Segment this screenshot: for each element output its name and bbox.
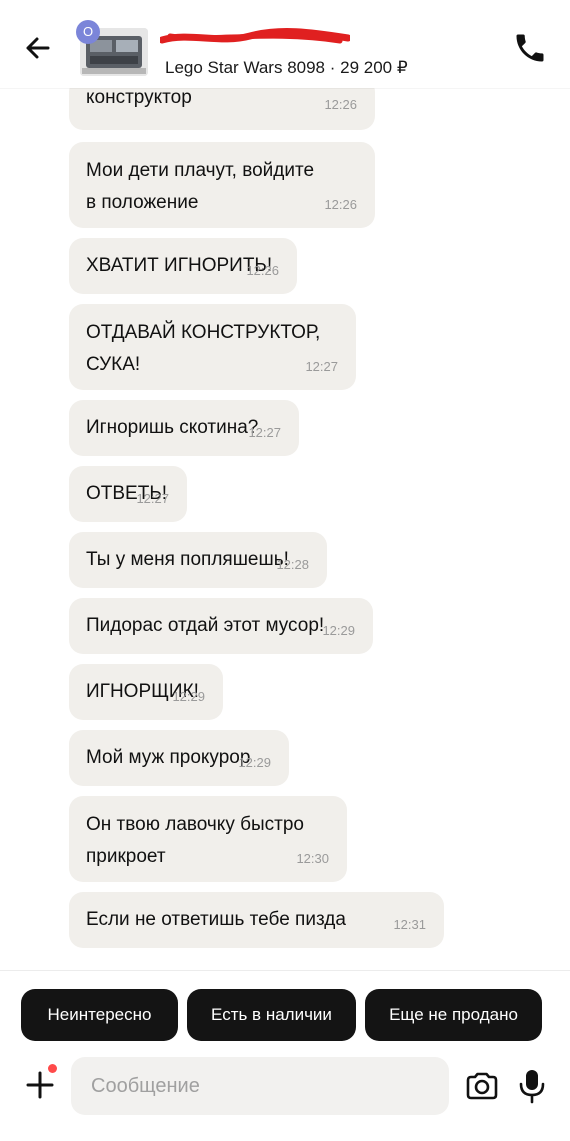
arrow-left-icon [26,37,50,59]
camera-button[interactable] [464,1068,500,1104]
message-text: Игноришь скотина? [86,417,259,438]
message-time: 12:27 [136,491,169,506]
chat-header: О Lego Star Wars 8098 · 29 200 ₽ [0,0,570,88]
message-time: 12:29 [172,689,205,704]
message-time: 12:26 [324,197,357,212]
message-bubble[interactable]: Ты у меня попляшешь! 12:28 [69,532,327,588]
phone-icon [516,34,544,62]
quick-reply-not-sold[interactable]: Еще не продано [365,989,542,1041]
message-time: 12:29 [322,623,355,638]
redaction-scribble [160,28,350,44]
seller-avatar[interactable]: О [76,20,100,44]
message-bubble[interactable]: ОТВЕТЬ! 12:27 [69,466,187,522]
message-time: 12:30 [296,851,329,866]
message-bubble[interactable]: Пидорас отдай этот мусор! 12:29 [69,598,373,654]
message-time: 12:28 [276,557,309,572]
message-time: 12:29 [238,755,271,770]
title-price-separator: · [325,58,341,77]
message-bubble[interactable]: Мой муж прокурор 12:29 [69,730,289,786]
message-list[interactable]: конструктор 12:26 Мои дети плачут, войди… [0,70,570,970]
message-text: Ты у меня попляшешь! [86,549,289,570]
message-bubble[interactable]: ИГНОРЩИК! 12:29 [69,664,223,720]
message-text: Мой муж прокурор [86,747,251,768]
notification-dot [48,1064,57,1073]
composer [0,1054,570,1141]
quick-reply-not-interested[interactable]: Неинтересно [21,989,178,1041]
message-bubble[interactable]: Игноришь скотина? 12:27 [69,400,299,456]
item-summary[interactable]: Lego Star Wars 8098 · 29 200 ₽ [165,58,408,78]
message-bubble[interactable]: Мои дети плачут, войдите в положение 12:… [69,142,375,228]
call-button[interactable] [512,30,548,66]
back-button[interactable] [20,30,56,66]
message-time: 12:26 [246,263,279,278]
message-bubble[interactable]: Если не ответишь тебе пизда 12:31 [69,892,444,948]
message-bubble[interactable]: ХВАТИТ ИГНОРИТЬ! 12:26 [69,238,297,294]
item-price: 29 200 ₽ [340,58,408,77]
message-bubble[interactable]: Он твою лавочку быстро прикроет 12:30 [69,796,347,882]
message-text: Пидорас отдай этот мусор! [86,615,325,636]
message-text: Мои дети плачут, войдите в положение [86,160,315,213]
message-time: 12:27 [248,425,281,440]
quick-reply-in-stock[interactable]: Есть в наличии [187,989,356,1041]
item-title: Lego Star Wars 8098 [165,58,326,77]
voice-message-button[interactable] [514,1066,550,1106]
message-time: 12:27 [305,359,338,374]
message-time: 12:26 [324,97,357,112]
message-time: 12:31 [393,917,426,932]
message-input[interactable] [71,1057,449,1115]
message-bubble[interactable]: ОТДАВАЙ КОНСТРУКТОР, СУКА! 12:27 [69,304,356,390]
quick-replies-bar: Неинтересно Есть в наличии Еще не продан… [0,970,570,1055]
message-text: ОТДАВАЙ КОНСТРУКТОР, СУКА! [86,322,321,375]
microphone-icon [519,1070,545,1104]
message-text: Если не ответишь тебе пизда [86,909,346,930]
camera-icon [466,1072,498,1100]
message-text: ХВАТИТ ИГНОРИТЬ! [86,255,273,276]
